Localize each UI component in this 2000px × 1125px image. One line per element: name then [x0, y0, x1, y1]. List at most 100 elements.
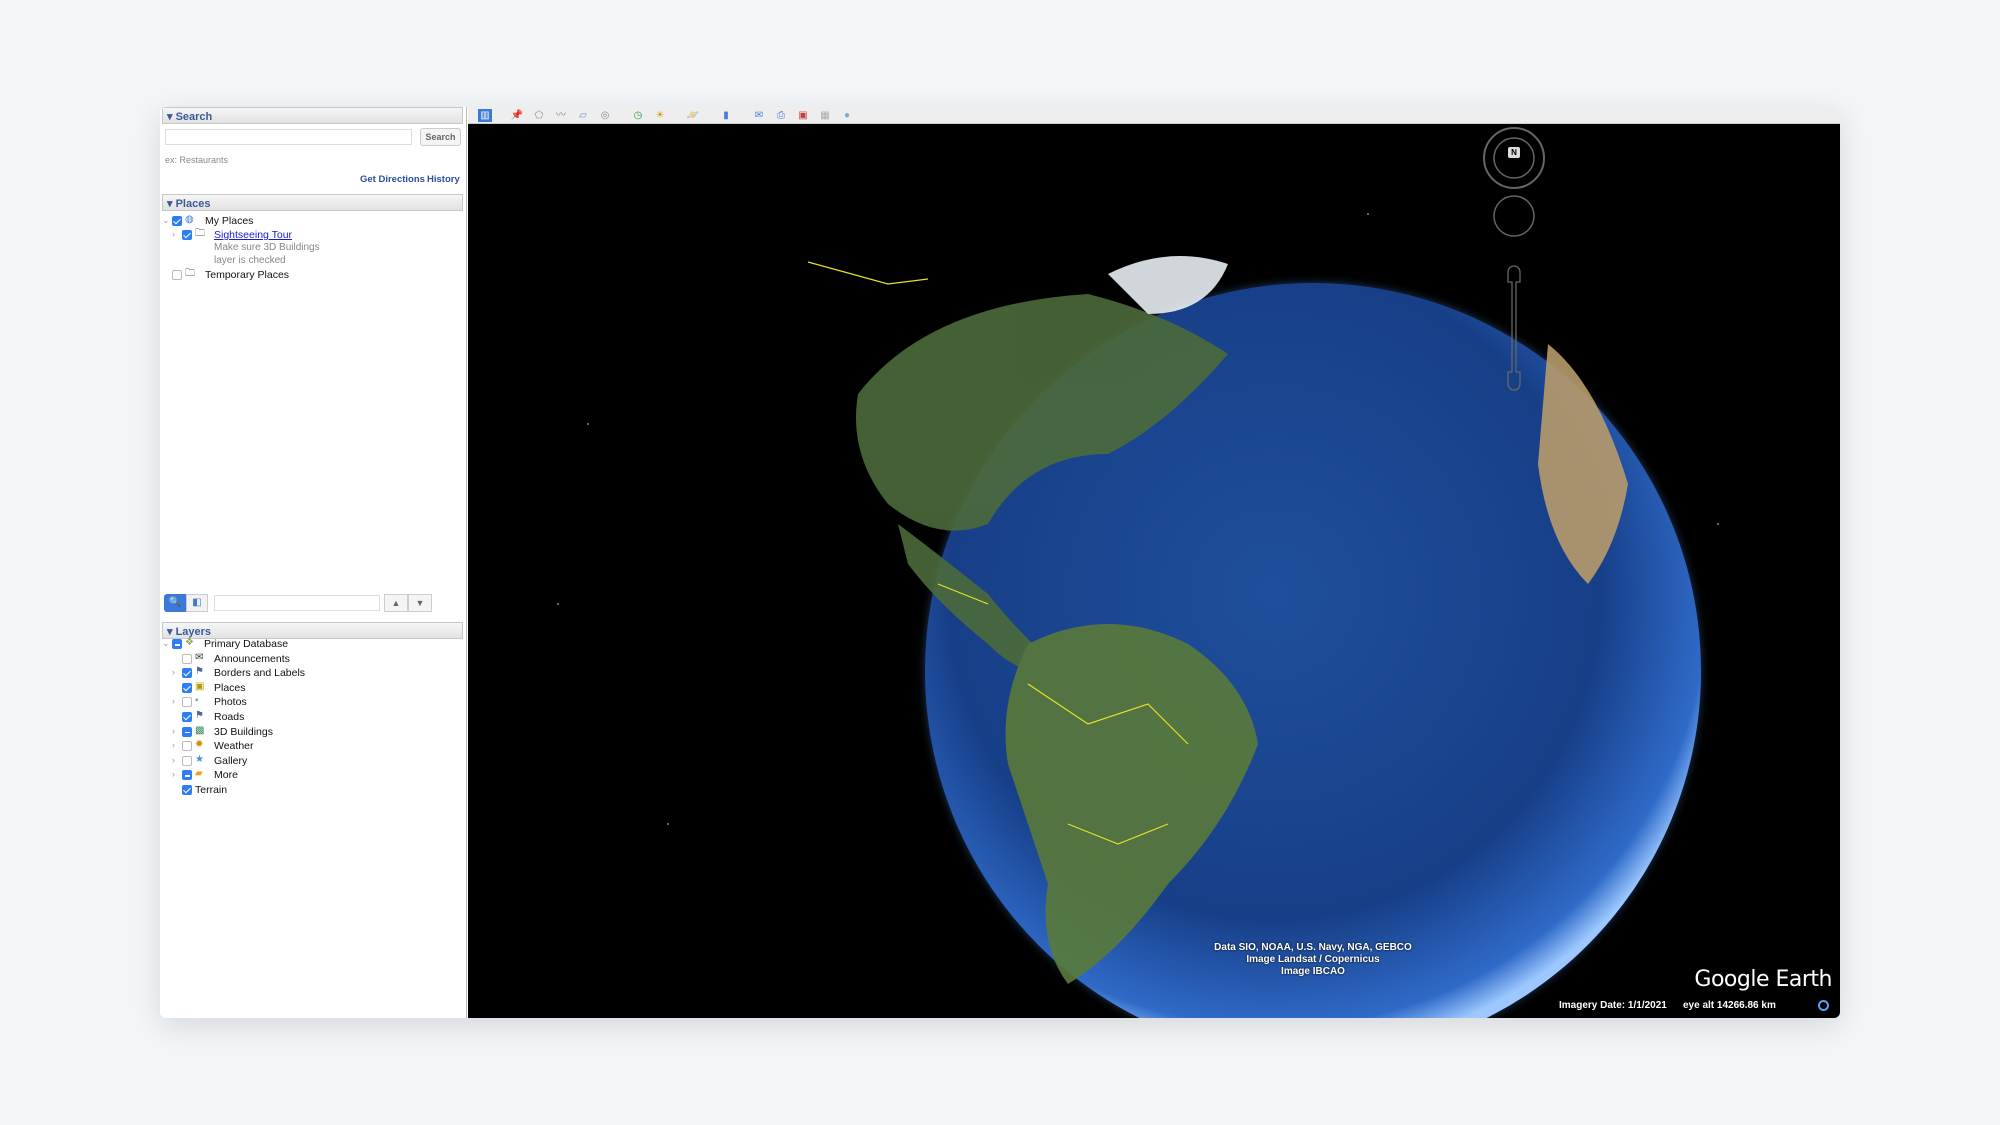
layer-icon: ★	[195, 753, 204, 765]
print-button[interactable]: ⎙	[774, 109, 788, 122]
layer-item[interactable]: › ✹ Weather	[160, 740, 460, 754]
layer-label: Photos	[214, 696, 247, 709]
toolbar: ▥ 📌 ⬠ 〰 ▱ ◎ ◷ ☀ 🪐 ▮ ✉ ⎙ ▣ ▦ ●	[468, 107, 1840, 124]
place-my-places[interactable]: ⌄ ◍ My Places	[160, 215, 460, 229]
email-button[interactable]: ✉	[752, 109, 766, 122]
search-header-label: Search	[175, 111, 213, 123]
layer-item[interactable]: › ▩ 3D Buildings	[160, 725, 460, 740]
chevron-down-icon[interactable]: ⌄	[162, 638, 170, 649]
compass-ring[interactable]	[1483, 127, 1545, 189]
get-directions-link[interactable]: Get Directions	[360, 174, 425, 185]
planets-button[interactable]: 🪐	[686, 109, 700, 122]
historical-imagery-button[interactable]: ◷	[631, 109, 645, 122]
layer-label: Terrain	[195, 784, 228, 796]
sunlight-button[interactable]: ☀	[653, 109, 667, 122]
layer-icon: ✉	[195, 651, 204, 663]
checkbox[interactable]	[182, 682, 192, 693]
layer-item[interactable]: › ▰ More	[160, 769, 460, 783]
layer-icon: ▪	[195, 695, 199, 707]
place-description: Make sure 3D Buildings	[214, 242, 320, 253]
record-tour-button[interactable]: ◎	[598, 109, 612, 122]
layer-label: Roads	[214, 711, 245, 723]
chevron-right-icon[interactable]: ›	[172, 696, 175, 706]
search-button[interactable]: Search	[420, 128, 461, 146]
layer-icon: ❖	[185, 637, 194, 648]
layer-label: 3D Buildings	[214, 725, 273, 738]
layer-item[interactable]: ⌄ ❖ Primary Database	[160, 638, 460, 652]
checkbox[interactable]	[182, 653, 192, 664]
layer-label: Weather	[214, 740, 254, 753]
checkbox[interactable]	[182, 712, 192, 722]
panel-toggle-button[interactable]: ◧	[186, 594, 208, 612]
layer-item[interactable]: Terrain	[160, 784, 460, 798]
add-placemark-button[interactable]: 📌	[510, 109, 524, 122]
layer-item[interactable]: › ★ Gallery	[160, 753, 460, 769]
layer-icon: ✹	[195, 739, 204, 751]
layers-panel-header[interactable]: ▾ Layers	[162, 622, 463, 639]
add-path-button[interactable]: 〰	[554, 109, 568, 122]
globe[interactable]	[468, 124, 1840, 1018]
layer-icon: ▰	[195, 768, 203, 780]
layer-item[interactable]: › ▪ Photos	[160, 696, 460, 710]
place-temporary-places[interactable]: 🗀 Temporary Places	[160, 269, 460, 283]
google-earth-logo: Google Earth	[1694, 967, 1832, 992]
layer-icon: ⚑	[195, 666, 204, 678]
sidebar-toggle-button[interactable]: ▥	[478, 109, 492, 122]
layer-label: Borders and Labels	[214, 667, 306, 680]
save-image-button[interactable]: ▣	[796, 109, 810, 122]
places-panel-header[interactable]: ▾ Places	[162, 194, 463, 211]
layer-item[interactable]: ✉ Announcements	[160, 651, 460, 667]
checkbox[interactable]	[182, 230, 192, 240]
checkbox[interactable]	[182, 697, 192, 708]
search-places-button[interactable]: 🔍	[164, 594, 186, 612]
layer-item[interactable]: › ⚑ Borders and Labels	[160, 667, 460, 681]
checkbox[interactable]	[182, 726, 192, 737]
layer-icon: ▣	[195, 680, 205, 692]
compass-north-label[interactable]: N	[1508, 147, 1520, 158]
google-earth-window: ▾ Search Search ex: Restaurants Get Dire…	[160, 107, 1840, 1018]
sidebar: ▾ Search Search ex: Restaurants Get Dire…	[160, 107, 467, 1018]
checkbox[interactable]	[182, 770, 192, 781]
checkbox[interactable]	[172, 270, 182, 280]
checkbox[interactable]	[182, 785, 192, 795]
search-panel-header[interactable]: ▾ Search	[162, 107, 463, 124]
view-in-maps-button[interactable]: ▦	[818, 109, 832, 122]
history-link[interactable]: History	[427, 174, 460, 185]
place-link[interactable]: Sightseeing Tour	[214, 229, 292, 241]
chevron-down-icon[interactable]: ⌄	[162, 215, 170, 226]
imagery-date: Imagery Date: 1/1/2021	[1559, 1000, 1667, 1011]
layer-label: Announcements	[214, 652, 290, 665]
layer-item[interactable]: ▣ Places	[160, 680, 460, 696]
attribution-line: Data SIO, NOAA, U.S. Navy, NGA, GEBCO	[1214, 942, 1412, 953]
place-sightseeing-tour[interactable]: › 🗀 Sightseeing Tour	[160, 229, 460, 243]
search-input[interactable]	[165, 129, 412, 145]
chevron-right-icon[interactable]: ›	[172, 229, 175, 239]
layer-label: Places	[214, 681, 246, 694]
checkbox[interactable]	[182, 741, 192, 752]
my-places-icon: ◍	[185, 214, 194, 225]
earth-view[interactable]: N Data SIO, NOAA, U.S. Navy, NGA, GEBCO …	[468, 124, 1840, 1018]
place-description: layer is checked	[214, 255, 286, 266]
move-up-button[interactable]: ▲	[384, 594, 408, 612]
chevron-right-icon[interactable]: ›	[172, 740, 175, 750]
earth-button[interactable]: ●	[840, 109, 854, 122]
checkbox[interactable]	[182, 755, 192, 766]
chevron-right-icon[interactable]: ›	[172, 667, 175, 677]
chevron-right-icon[interactable]: ›	[172, 726, 175, 736]
checkbox[interactable]	[172, 639, 182, 649]
move-down-button[interactable]: ▼	[408, 594, 432, 612]
ruler-button[interactable]: ▮	[719, 109, 733, 122]
layer-item[interactable]: ⚑ Roads	[160, 711, 460, 725]
checkbox[interactable]	[172, 216, 182, 226]
places-filter-input[interactable]	[214, 595, 380, 611]
attribution-line: Image Landsat / Copernicus	[1246, 954, 1380, 965]
look-joystick[interactable]	[1493, 195, 1535, 237]
layer-icon: ⚑	[195, 710, 204, 721]
checkbox[interactable]	[182, 668, 192, 679]
layer-label: More	[214, 769, 238, 782]
add-polygon-button[interactable]: ⬠	[532, 109, 546, 122]
layer-label: Primary Database	[204, 638, 289, 650]
add-image-overlay-button[interactable]: ▱	[576, 109, 590, 122]
chevron-right-icon[interactable]: ›	[172, 769, 175, 779]
chevron-right-icon[interactable]: ›	[172, 755, 175, 765]
